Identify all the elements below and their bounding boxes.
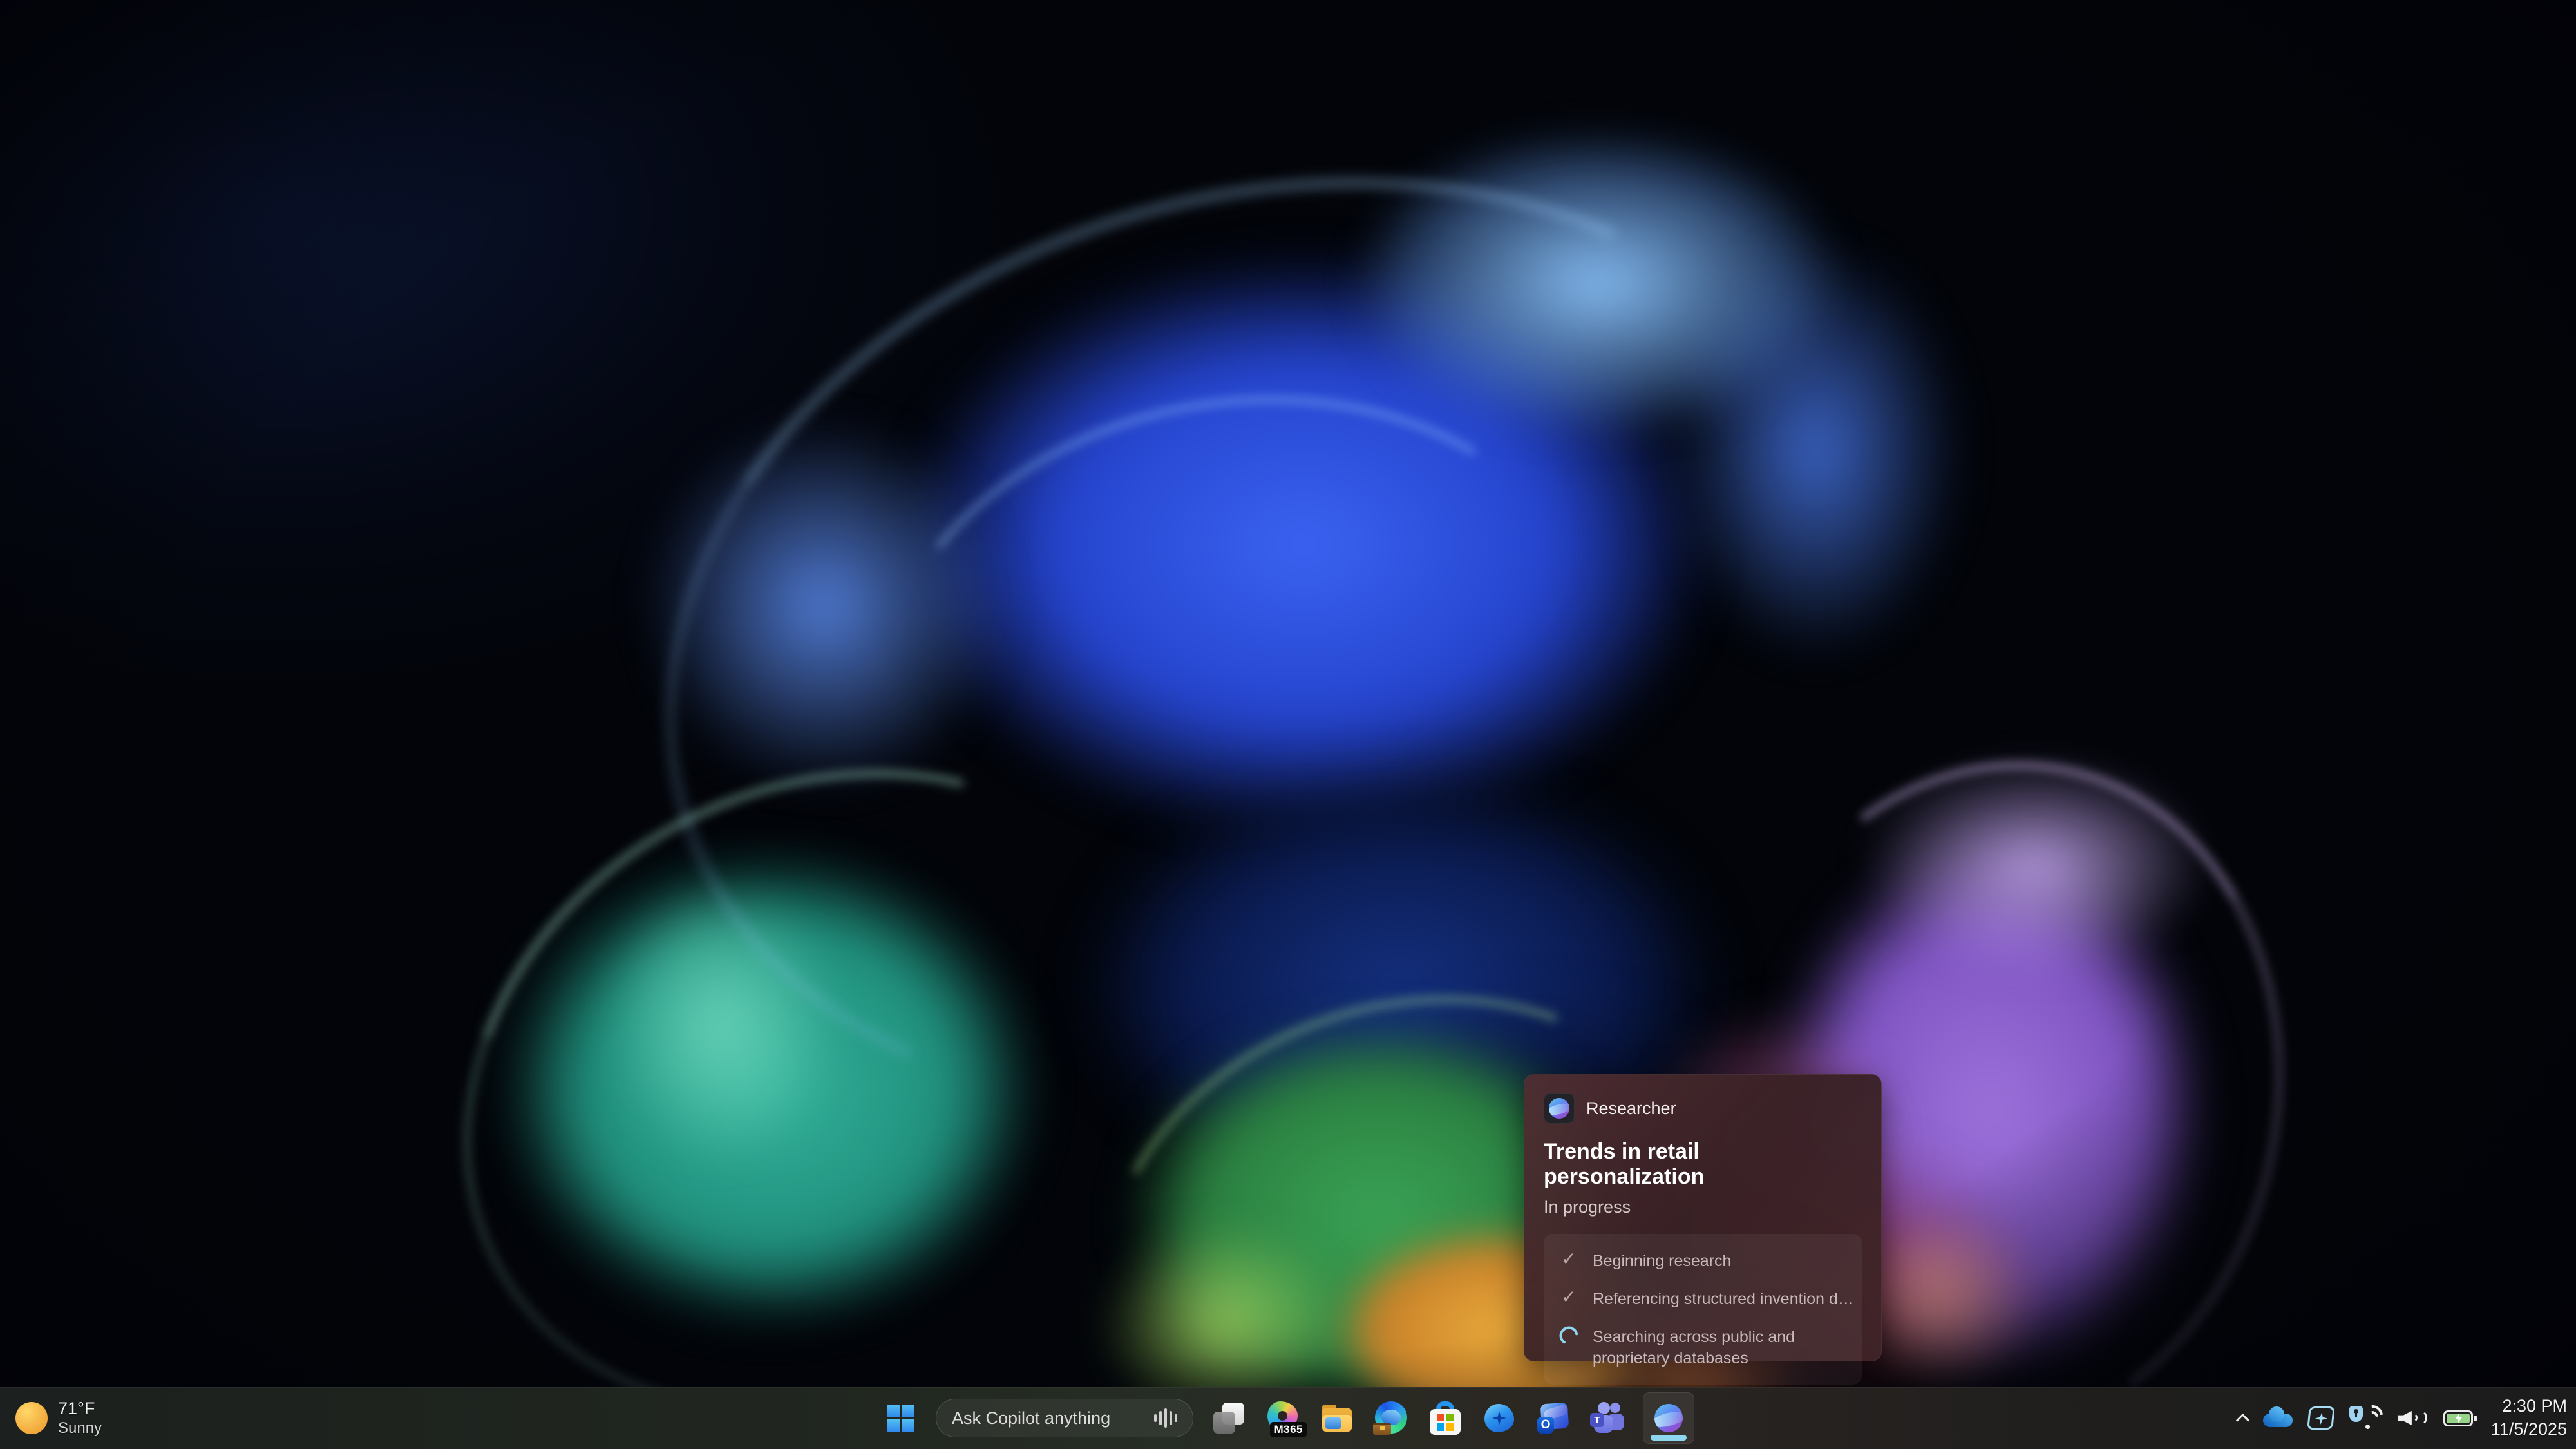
outlook-letter-badge: O	[1537, 1417, 1554, 1434]
researcher-notification[interactable]: Researcher Trends in retail personalizat…	[1524, 1074, 1882, 1361]
spinner-icon	[1558, 1325, 1580, 1346]
teams-icon: T	[1590, 1402, 1625, 1434]
security-shield-icon	[2349, 1406, 2363, 1422]
desktop-wallpaper	[0, 0, 2576, 1449]
teams-button[interactable]: T	[1589, 1399, 1626, 1437]
windows-logo-icon	[887, 1405, 914, 1432]
copilot-search-box[interactable]: Ask Copilot anything	[936, 1399, 1193, 1437]
active-app-indicator	[1651, 1435, 1687, 1441]
voice-bar	[1159, 1411, 1162, 1425]
windows-logo-pane	[902, 1405, 914, 1417]
teams-person-back-head	[1610, 1403, 1620, 1413]
onedrive-cloud-icon	[2263, 1408, 2293, 1428]
researcher-logo-icon	[1549, 1098, 1569, 1119]
m365-copilot-app-button[interactable]: M365	[1264, 1399, 1302, 1437]
notification-header: Researcher	[1544, 1093, 1862, 1124]
edge-icon	[1375, 1401, 1407, 1435]
clock-date: 11/5/2025	[2491, 1418, 2567, 1441]
clock-time: 2:30 PM	[2502, 1395, 2567, 1418]
windows-logo-pane	[902, 1419, 914, 1432]
file-explorer-button[interactable]	[1318, 1399, 1356, 1437]
progress-step-active: Searching across public and proprietary …	[1558, 1325, 1848, 1369]
ms-logo-square-red	[1437, 1414, 1444, 1421]
notification-title: Trends in retail personalization	[1544, 1139, 1862, 1189]
show-hidden-icons-button[interactable]	[2238, 1411, 2248, 1425]
ms-logo-square-green	[1446, 1414, 1454, 1421]
volume-icon	[2398, 1406, 2428, 1430]
researcher-app-button-active[interactable]	[1643, 1392, 1694, 1444]
voice-bar	[1170, 1411, 1172, 1425]
chevron-up-icon	[2236, 1414, 2249, 1427]
search-placeholder-text: Ask Copilot anything	[952, 1408, 1110, 1428]
studio-effects-icon	[2307, 1406, 2335, 1430]
edge-browser-button[interactable]	[1372, 1399, 1410, 1437]
wifi-dot	[2365, 1425, 2370, 1429]
m365-badge: M365	[1270, 1422, 1307, 1437]
outlook-icon: O	[1537, 1402, 1570, 1434]
taskbar-center-icons: Ask Copilot anything M365	[882, 1387, 1694, 1449]
teams-letter-badge: T	[1590, 1413, 1604, 1427]
store-bag	[1430, 1409, 1461, 1435]
step-label: Referencing structured invention d…	[1593, 1287, 1854, 1310]
start-button[interactable]	[882, 1399, 919, 1437]
studio-effects-tray-button[interactable]	[2308, 1406, 2334, 1430]
notification-app-name: Researcher	[1586, 1099, 1676, 1119]
ms-logo-square-yellow	[1446, 1423, 1454, 1431]
task-view-front-square	[1213, 1412, 1235, 1434]
file-explorer-icon	[1320, 1401, 1354, 1435]
folder-pocket	[1325, 1417, 1341, 1429]
volume-tray-button[interactable]	[2398, 1406, 2428, 1430]
network-tray-button[interactable]	[2349, 1405, 2383, 1431]
check-icon: ✓	[1558, 1287, 1580, 1307]
windows-logo-pane	[887, 1419, 900, 1432]
windows-logo-pane	[887, 1405, 900, 1417]
outlook-button[interactable]: O	[1535, 1399, 1572, 1437]
weather-text: 71°F Sunny	[58, 1399, 102, 1437]
voice-input-icon[interactable]	[1154, 1408, 1177, 1428]
check-icon: ✓	[1558, 1249, 1580, 1269]
weather-condition: Sunny	[58, 1419, 102, 1437]
taskbar-clock[interactable]: 2:30 PM 11/5/2025	[2491, 1395, 2567, 1441]
task-view-icon	[1213, 1403, 1244, 1434]
task-view-button[interactable]	[1210, 1399, 1247, 1437]
battery-tray-button[interactable]	[2443, 1410, 2473, 1426]
notification-status: In progress	[1544, 1197, 1862, 1217]
microsoft-store-button[interactable]	[1426, 1399, 1464, 1437]
step-label: Searching across public and proprietary …	[1593, 1325, 1832, 1369]
researcher-logo-icon	[1654, 1404, 1683, 1432]
m365-copilot-icon: M365	[1265, 1400, 1300, 1436]
microsoft-store-icon	[1429, 1401, 1461, 1435]
weather-temperature: 71°F	[58, 1399, 102, 1419]
sunny-weather-icon	[15, 1402, 48, 1434]
voice-bar	[1175, 1414, 1177, 1422]
weather-widget[interactable]: 71°F Sunny	[15, 1387, 102, 1449]
copilot-icon	[1484, 1403, 1515, 1434]
wallpaper-vignette	[0, 0, 2576, 1449]
edge-briefcase-clasp	[1380, 1426, 1385, 1430]
step-label: Beginning research	[1593, 1249, 1731, 1272]
system-tray: 2:30 PM 11/5/2025	[2238, 1387, 2567, 1449]
progress-step-done: ✓ Referencing structured invention d…	[1558, 1287, 1848, 1310]
battery-charging-icon	[2443, 1410, 2473, 1426]
wifi-secure-icon	[2349, 1405, 2383, 1431]
progress-steps-card: ✓ Beginning research ✓ Referencing struc…	[1544, 1234, 1862, 1385]
voice-bar	[1154, 1414, 1157, 1422]
researcher-app-icon	[1544, 1093, 1575, 1124]
voice-bar	[1164, 1408, 1167, 1428]
ms-logo-square-blue	[1437, 1423, 1444, 1431]
onedrive-tray-button[interactable]	[2263, 1408, 2293, 1428]
volume-wave	[2408, 1413, 2418, 1423]
sparkle-star-icon	[2315, 1412, 2328, 1425]
copilot-app-button[interactable]	[1481, 1399, 1518, 1437]
progress-step-done: ✓ Beginning research	[1558, 1249, 1848, 1272]
